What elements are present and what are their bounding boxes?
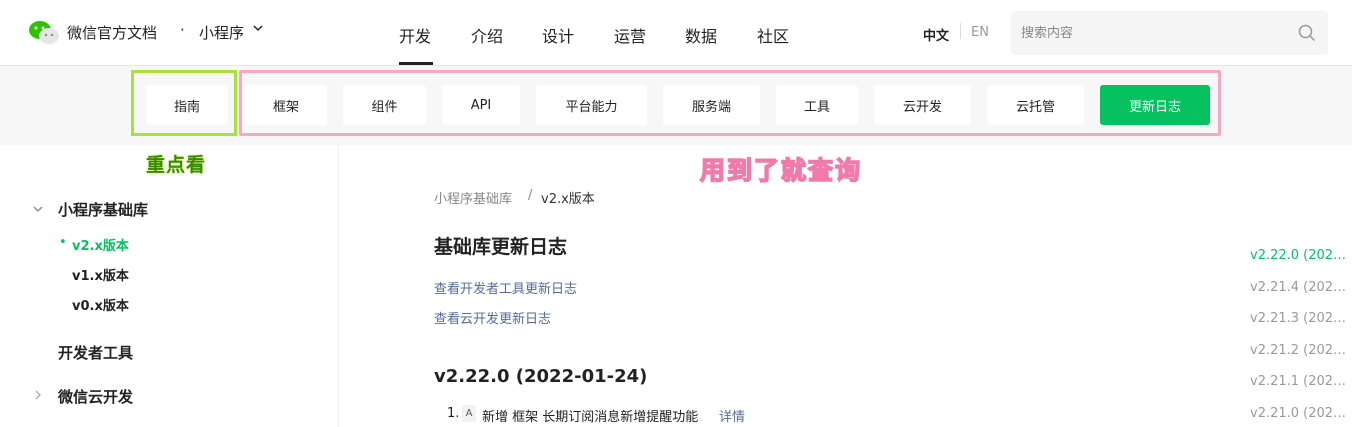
sidebar-item-v2x[interactable]: v2.x版本: [72, 235, 129, 254]
search-input[interactable]: [1021, 21, 1291, 45]
wechat-logo-icon[interactable]: [28, 20, 60, 46]
annotation-focus: 重点看: [146, 154, 207, 176]
nav-data[interactable]: 数据: [685, 23, 717, 47]
toc-item[interactable]: v2.21.1 (202…: [1250, 374, 1346, 389]
sidebar: [0, 145, 340, 427]
lang-divider: [960, 23, 961, 39]
toc-item[interactable]: v2.21.0 (202…: [1250, 406, 1346, 421]
brand-name[interactable]: 微信官方文档: [67, 22, 157, 43]
toc-item[interactable]: v2.21.4 (202…: [1250, 280, 1346, 295]
toc-item[interactable]: v2.22.0 (202…: [1250, 248, 1346, 263]
search-icon[interactable]: [1298, 24, 1316, 42]
sidebar-item-cloud[interactable]: 微信云开发: [58, 386, 133, 407]
list-item-text: 新增 框架 长期订阅消息新增提醒功能: [482, 410, 699, 425]
chevron-down-icon[interactable]: [252, 22, 264, 34]
page-title: 基础库更新日志: [434, 236, 568, 258]
top-bar: 微信官方文档 · 小程序 开发 介绍 设计 运营 数据 社区 中文 EN: [0, 0, 1352, 66]
chevron-right-icon[interactable]: [32, 389, 44, 401]
toc-item[interactable]: v2.21.3 (202…: [1250, 311, 1346, 326]
nav-community[interactable]: 社区: [757, 23, 789, 47]
product-selector-label[interactable]: 小程序: [199, 22, 244, 43]
nav-active-indicator: [399, 62, 433, 65]
sidebar-item-v1x[interactable]: v1.x版本: [72, 265, 129, 284]
breadcrumb-parent[interactable]: 小程序基础库: [434, 188, 512, 207]
list-item-number: 1.: [447, 406, 460, 421]
breadcrumb-current: v2.x版本: [541, 192, 595, 207]
highlight-box-green: [131, 70, 237, 136]
list-item-badge: A: [462, 405, 476, 422]
search-box[interactable]: [1011, 11, 1328, 55]
link-cloud-changelog[interactable]: 查看云开发更新日志: [434, 308, 551, 327]
nav-intro[interactable]: 介绍: [471, 23, 503, 47]
list-item-detail-link[interactable]: 详情: [719, 406, 745, 425]
brand-separator: ·: [180, 21, 185, 39]
nav-operate[interactable]: 运营: [614, 23, 646, 47]
sidebar-item-devtools[interactable]: 开发者工具: [58, 342, 133, 363]
sub-nav: 指南 框架 组件 API 平台能力 服务端 工具 云开发 云托管 更新日志: [0, 66, 1352, 145]
breadcrumb-separator: /: [528, 188, 533, 203]
sidebar-item-base-library[interactable]: 小程序基础库: [58, 199, 148, 220]
nav-develop[interactable]: 开发: [399, 23, 431, 47]
sidebar-divider: [338, 145, 339, 427]
highlight-box-pink: [239, 70, 1221, 136]
version-heading: v2.22.0 (2022-01-24): [434, 366, 648, 387]
active-bullet: •: [59, 235, 67, 250]
link-devtools-changelog[interactable]: 查看开发者工具更新日志: [434, 278, 577, 297]
lang-en[interactable]: EN: [971, 25, 989, 40]
chevron-down-icon[interactable]: [32, 203, 44, 215]
annotation-lookup: 用到了就查询: [699, 155, 863, 186]
nav-design[interactable]: 设计: [542, 23, 574, 47]
toc-item[interactable]: v2.21.2 (202…: [1250, 343, 1346, 358]
sidebar-item-v0x[interactable]: v0.x版本: [72, 295, 129, 314]
lang-zh[interactable]: 中文: [923, 25, 949, 44]
